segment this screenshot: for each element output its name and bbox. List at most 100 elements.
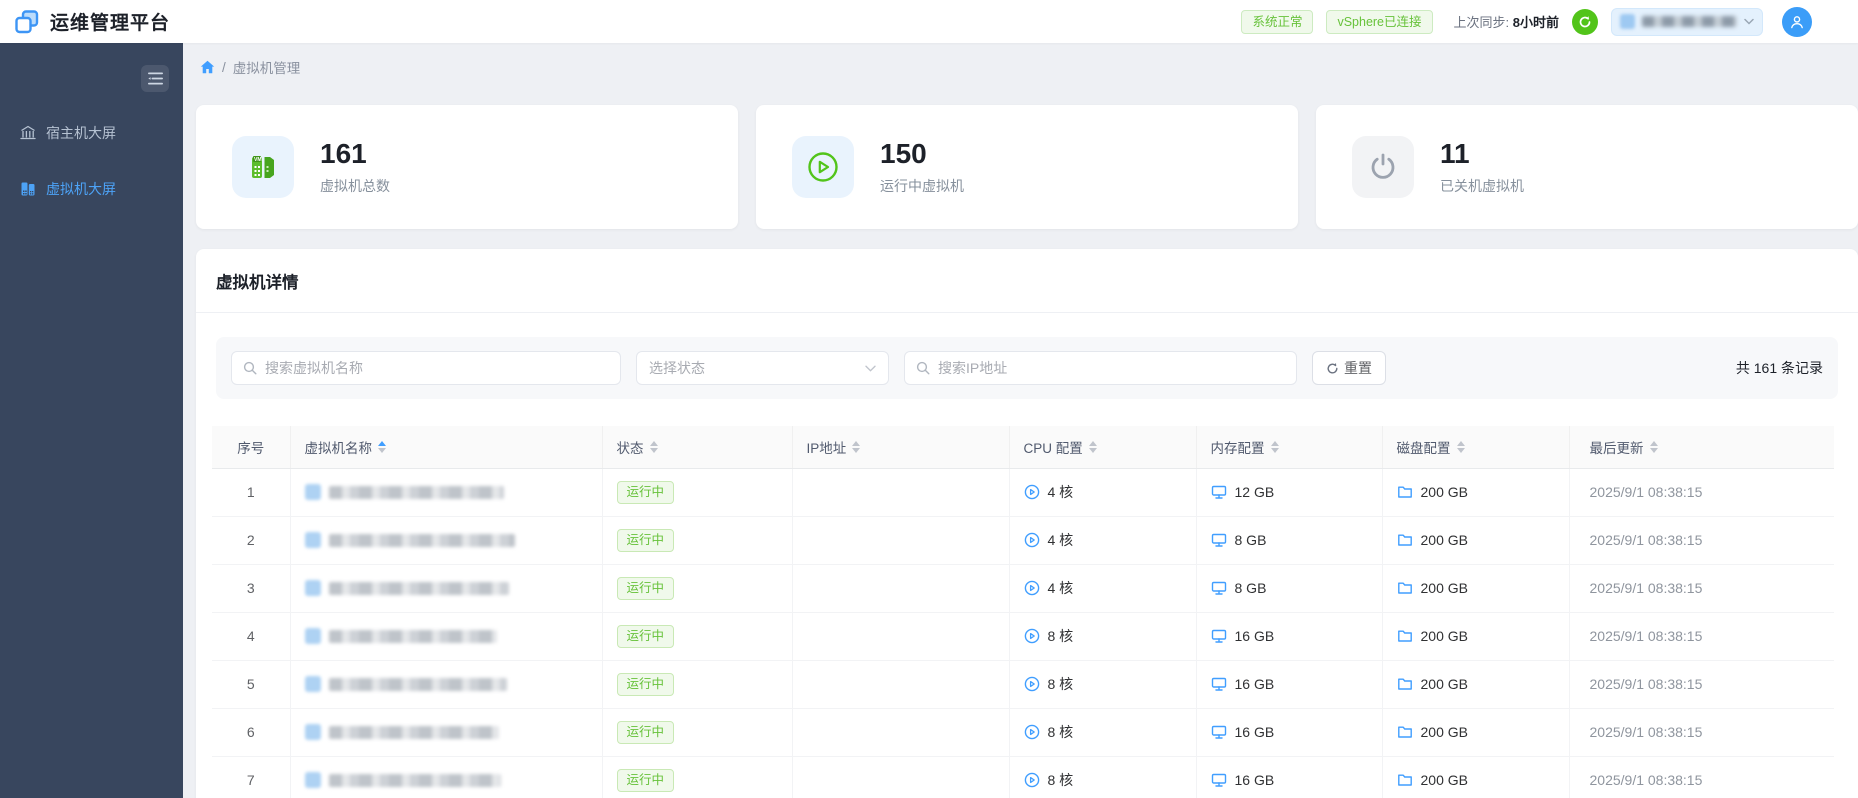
sort-icon[interactable] <box>378 440 386 453</box>
vm-name-redacted <box>328 485 504 499</box>
vm-icon <box>304 724 321 740</box>
system-status-badge: 系统正常 <box>1241 9 1314 34</box>
vm-table: 序号 虚拟机名称 状态 IP地址 CPU 配置 内存配置 磁盘配置 最后更新 1… <box>212 426 1834 798</box>
ip-cell <box>792 612 1010 661</box>
sort-icon[interactable] <box>1649 440 1658 453</box>
status-cell: 运行中 <box>602 756 793 798</box>
status-select-placeholder: 选择状态 <box>649 360 705 376</box>
cpu-cell: 4 核 <box>1009 468 1197 517</box>
disk-cell: 200 GB <box>1382 708 1570 757</box>
table-row[interactable]: 3 运行中 4 核 8 GB 200 GB 2025/9/1 08:38:15 <box>212 564 1834 613</box>
vm-name-redacted <box>328 677 507 691</box>
status-cell: 运行中 <box>602 708 793 757</box>
memory-cell: 12 GB <box>1196 468 1383 517</box>
cpu-cell: 4 核 <box>1009 516 1197 565</box>
breadcrumb: / 虚拟机管理 <box>200 55 1858 79</box>
cpu-cell: 8 核 <box>1009 612 1197 661</box>
disk-cell: 200 GB <box>1382 660 1570 709</box>
table-row[interactable]: 6 运行中 8 核 16 GB 200 GB 2025/9/1 08:38:15 <box>212 708 1834 757</box>
col-status[interactable]: 状态 <box>602 426 793 469</box>
chevron-down-icon <box>865 365 876 372</box>
cpu-icon <box>1024 676 1039 692</box>
sort-icon[interactable] <box>1088 440 1097 453</box>
col-memory[interactable]: 内存配置 <box>1196 426 1383 469</box>
breadcrumb-separator: / <box>222 59 226 75</box>
row-index-cell: 1 <box>212 468 291 517</box>
stat-value: 11 <box>1440 138 1470 169</box>
table-row[interactable]: 1 运行中 4 核 12 GB 200 GB 2025/9/1 08:38:15 <box>212 468 1834 517</box>
app-logo-icon <box>15 9 39 33</box>
vm-name-search-input[interactable] <box>265 360 609 376</box>
col-ip[interactable]: IP地址 <box>792 426 1010 469</box>
home-icon[interactable] <box>200 60 215 74</box>
row-index-cell: 5 <box>212 660 291 709</box>
disk-cell: 200 GB <box>1382 468 1570 517</box>
sidebar-menu: 宿主机大屏 虚拟机大屏 <box>0 111 183 211</box>
folder-icon <box>1397 630 1412 642</box>
host-selector-redacted-text <box>1642 16 1737 27</box>
cpu-cell: 8 核 <box>1009 756 1197 798</box>
col-index: 序号 <box>212 426 291 469</box>
reset-label: 重置 <box>1344 360 1372 376</box>
stat-cards: VM 161 虚拟机总数 150 运行中虚拟机 11 已关机虚拟机 <box>196 105 1858 229</box>
sidebar-item-host-screen[interactable]: 宿主机大屏 <box>0 111 183 155</box>
panel-title: 虚拟机详情 <box>216 273 299 292</box>
table-row[interactable]: 7 运行中 8 核 16 GB 200 GB 2025/9/1 08:38:15 <box>212 756 1834 798</box>
updated-cell: 2025/9/1 08:38:15 <box>1569 516 1834 565</box>
status-cell: 运行中 <box>602 564 793 613</box>
col-vm-name[interactable]: 虚拟机名称 <box>290 426 603 469</box>
sidebar-item-label: 宿主机大屏 <box>46 125 116 141</box>
status-badge: 运行中 <box>616 768 675 792</box>
host-selector-dropdown[interactable] <box>1611 7 1763 36</box>
sidebar-collapse-button[interactable] <box>141 65 169 92</box>
status-select[interactable]: 选择状态 <box>636 351 889 385</box>
sort-icon[interactable] <box>1270 440 1279 453</box>
reset-button[interactable]: 重置 <box>1312 351 1386 385</box>
vm-name-cell <box>290 708 603 757</box>
sync-refresh-button[interactable] <box>1572 8 1598 35</box>
vm-icon <box>304 532 321 548</box>
cpu-cell: 8 核 <box>1009 708 1197 757</box>
vsphere-status-badge: vSphere已连接 <box>1326 9 1433 34</box>
filter-bar: 选择状态 重置 共 161 条记录 <box>216 337 1838 399</box>
stat-label: 虚拟机总数 <box>320 178 390 194</box>
sidebar-item-vm-screen[interactable]: 虚拟机大屏 <box>0 167 183 211</box>
ip-search-input[interactable] <box>938 360 1285 376</box>
table-row[interactable]: 5 运行中 8 核 16 GB 200 GB 2025/9/1 08:38:15 <box>212 660 1834 709</box>
host-screen-icon <box>20 125 36 140</box>
app-title: 运维管理平台 <box>50 13 171 34</box>
sort-icon[interactable] <box>1456 440 1465 453</box>
memory-cell: 16 GB <box>1196 756 1383 798</box>
monitor-icon <box>1211 533 1226 547</box>
user-icon <box>1791 15 1803 28</box>
breadcrumb-current[interactable]: 虚拟机管理 <box>233 57 301 77</box>
status-badge: 运行中 <box>616 720 675 744</box>
cpu-cell: 8 核 <box>1009 660 1197 709</box>
disk-cell: 200 GB <box>1382 564 1570 613</box>
vm-name-cell <box>290 612 603 661</box>
updated-cell: 2025/9/1 08:38:15 <box>1569 660 1834 709</box>
col-cpu[interactable]: CPU 配置 <box>1009 426 1197 469</box>
stat-value: 161 <box>320 138 367 169</box>
sort-icon[interactable] <box>852 440 861 453</box>
sort-icon[interactable] <box>649 440 658 453</box>
row-index-cell: 2 <box>212 516 291 565</box>
col-updated[interactable]: 最后更新 <box>1569 426 1834 469</box>
top-header: 运维管理平台 系统正常 vSphere已连接 上次同步: 8小时前 <box>0 0 1858 43</box>
user-avatar[interactable] <box>1782 6 1812 37</box>
status-cell: 运行中 <box>602 468 793 517</box>
ip-cell <box>792 564 1010 613</box>
ip-cell <box>792 516 1010 565</box>
col-disk[interactable]: 磁盘配置 <box>1382 426 1570 469</box>
folder-icon <box>1397 774 1412 786</box>
search-icon <box>243 361 257 375</box>
panel-header: 虚拟机详情 <box>196 249 1858 313</box>
menu-fold-icon <box>147 72 163 85</box>
table-row[interactable]: 4 运行中 8 核 16 GB 200 GB 2025/9/1 08:38:15 <box>212 612 1834 661</box>
status-badge: 运行中 <box>616 528 675 552</box>
table-row[interactable]: 2 运行中 4 核 8 GB 200 GB 2025/9/1 08:38:15 <box>212 516 1834 565</box>
vm-icon <box>304 676 321 692</box>
svg-text:VM: VM <box>254 157 262 163</box>
ip-cell <box>792 468 1010 517</box>
cpu-icon <box>1024 484 1039 500</box>
